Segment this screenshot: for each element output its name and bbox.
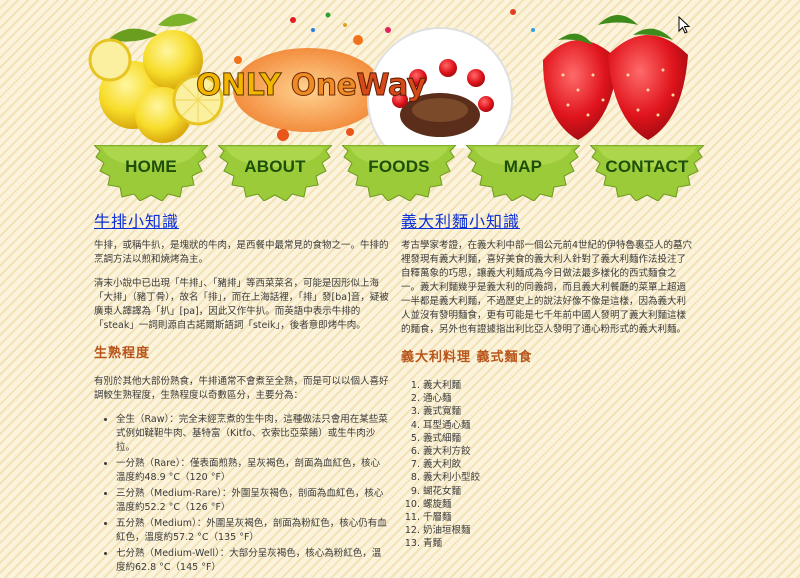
doneness-intro-paragraph: 有別於其他大部份熟食，牛排通常不會煮至全熟，而是可以以個人喜好調較生熟程度，生熟… xyxy=(94,376,389,401)
doneness-item-medium-well: 七分熟（Medium-Well）：大部分呈灰褐色，核心為粉紅色，溫度約62.8 … xyxy=(116,547,389,575)
main-nav: HOME ABOUT FOODS MAP CONTACT xyxy=(94,145,704,205)
pasta-history-paragraph: 考古學家考證，在義大利中部一個公元前4世紀的伊特魯裏亞人的墓穴裡發現有義大利麵，… xyxy=(401,240,693,335)
steak-title-link[interactable]: 牛排小知識 xyxy=(94,214,389,230)
logo-word-way: Way xyxy=(356,68,427,104)
nav-home-label: HOME xyxy=(125,157,177,176)
logo-word-only: ONLY xyxy=(196,68,282,104)
doneness-item-raw: 全生（Raw）：完全未經烹煮的生牛肉，這種做法只會用在某些菜式例如韃靼牛肉、基特… xyxy=(116,413,389,455)
nav-contact-label: CONTACT xyxy=(605,157,689,176)
site-logo[interactable]: ONLY OneWay xyxy=(196,68,427,104)
steak-history-paragraph: 清末小說中已出現「牛排」、「豬排」等西菜菜名，可能是因形似上海「大排」（豬丁骨）… xyxy=(94,278,389,331)
doneness-item-rare: 一分熟（Rare）：僅表面煎熟，呈灰褐色，剖面為血紅色，核心溫度約48.9 °C… xyxy=(116,457,389,485)
list-item: 螺旋麵 xyxy=(423,498,695,511)
steak-section: 牛排小知識 牛排，或稱牛扒，是塊狀的牛肉，是西餐中最常見的食物之一。牛排的烹調方… xyxy=(94,212,389,577)
list-item: 義大利小型餃 xyxy=(423,471,695,484)
list-item: 奶油垣根麵 xyxy=(423,524,695,537)
list-item: 義大利飲 xyxy=(423,458,695,471)
nav-foods[interactable]: FOODS xyxy=(342,145,456,201)
nav-about[interactable]: ABOUT xyxy=(218,145,332,201)
nav-about-label: ABOUT xyxy=(244,157,306,176)
doneness-item-medium: 五分熟（Medium）：外圍呈灰褐色，剖面為粉紅色，核心仍有血紅色，溫度約57.… xyxy=(116,517,389,545)
list-item: 青麵 xyxy=(423,537,695,550)
list-item: 義式細麵 xyxy=(423,432,695,445)
doneness-item-medium-rare: 三分熟（Medium-Rare）：外圍呈灰褐色，剖面為血紅色，核心溫度約52.2… xyxy=(116,487,389,515)
nav-contact[interactable]: CONTACT xyxy=(590,145,704,201)
doneness-heading: 生熟程度 xyxy=(94,346,151,361)
nav-map-label: MAP xyxy=(503,157,543,176)
mouse-cursor-icon xyxy=(678,16,690,34)
list-item: 蝴花女麵 xyxy=(423,485,695,498)
list-item: 義大利麵 xyxy=(423,379,695,392)
steak-intro-paragraph: 牛排，或稱牛扒，是塊狀的牛肉，是西餐中最常見的食物之一。牛排的烹調方法以煎和燒烤… xyxy=(94,240,389,265)
pasta-title-link[interactable]: 義大利麵小知識 xyxy=(401,214,695,230)
pasta-dishes-list: 義大利麵 通心麵 義式寬麵 耳型通心麵 義式細麵 義大利方餃 義大利飲 義大利小… xyxy=(401,379,695,551)
page-container: ONLY OneWay HOME ABOUT FOODS MAP CONTACT… xyxy=(88,0,708,578)
pasta-dishes-heading: 義大利料理 義式麵食 xyxy=(401,350,533,365)
nav-home[interactable]: HOME xyxy=(94,145,208,201)
list-item: 耳型通心麵 xyxy=(423,419,695,432)
doneness-list: 全生（Raw）：完全未經烹煮的生牛肉，這種做法只會用在某些菜式例如韃靼牛肉、基特… xyxy=(94,413,389,575)
pasta-section: 義大利麵小知識 考古學家考證，在義大利中部一個公元前4世紀的伊特魯裏亞人的墓穴裡… xyxy=(401,212,695,551)
list-item: 千層麵 xyxy=(423,511,695,524)
header-banner: ONLY OneWay xyxy=(88,0,708,148)
nav-foods-label: FOODS xyxy=(368,157,430,176)
logo-word-one: One xyxy=(290,68,357,104)
list-item: 義式寬麵 xyxy=(423,405,695,418)
nav-map[interactable]: MAP xyxy=(466,145,580,201)
list-item: 義大利方餃 xyxy=(423,445,695,458)
list-item: 通心麵 xyxy=(423,392,695,405)
